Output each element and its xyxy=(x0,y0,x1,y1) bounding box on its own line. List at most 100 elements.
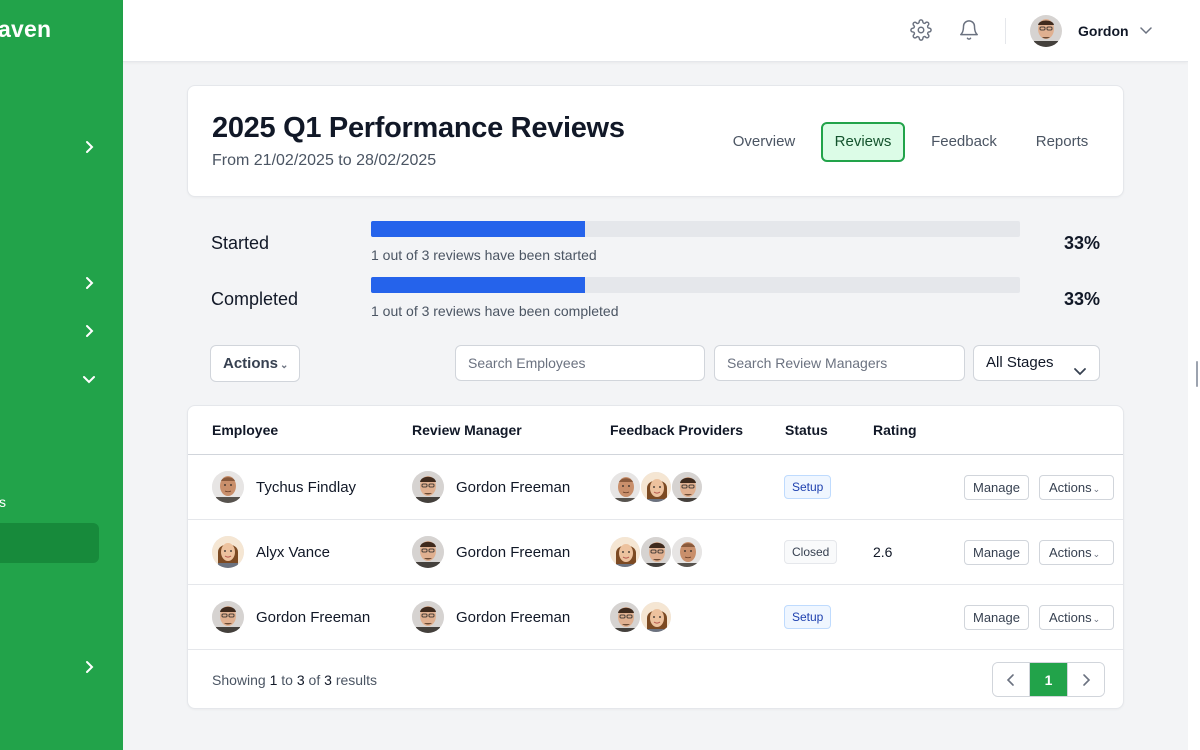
bulk-actions-label: Actions xyxy=(223,355,279,372)
row-actions-button[interactable]: Actions⌄ xyxy=(1039,475,1114,500)
feedback-provider-avatar[interactable] xyxy=(671,536,703,568)
stage-select[interactable]: All Stages xyxy=(973,345,1100,381)
results-word: results xyxy=(335,672,378,688)
stage-select-value: All Stages xyxy=(986,354,1054,371)
results-total: 3 xyxy=(324,672,332,688)
employee-name: Alyx Vance xyxy=(256,543,330,561)
caret-down-icon: ⌄ xyxy=(1092,549,1101,559)
feedback-providers-group xyxy=(609,536,703,568)
review-manager-avatar xyxy=(412,471,444,503)
employee-cell[interactable]: Tychus Findlay xyxy=(212,471,356,503)
bell-icon[interactable] xyxy=(958,19,982,43)
user-avatar[interactable] xyxy=(1030,15,1062,47)
page-subtitle: From 21/02/2025 to 28/02/2025 xyxy=(212,152,437,169)
status-badge: Closed xyxy=(784,540,838,564)
search-review-managers-input[interactable] xyxy=(714,345,965,381)
feedback-provider-avatar[interactable] xyxy=(640,536,672,568)
review-manager-cell[interactable]: Gordon Freeman xyxy=(412,471,570,503)
caret-down-icon: ⌄ xyxy=(1092,484,1101,494)
previous-page-button[interactable] xyxy=(993,663,1029,696)
page-scrollbar[interactable] xyxy=(1188,0,1200,750)
pagination: 1 xyxy=(992,662,1105,697)
row-actions-label: Actions xyxy=(1049,545,1092,560)
row-actions-label: Actions xyxy=(1049,610,1092,625)
chevron-down-icon[interactable] xyxy=(1139,23,1153,37)
feedback-provider-avatar[interactable] xyxy=(609,536,641,568)
results-from: 1 xyxy=(269,672,278,688)
table-row: Alyx Vance Gordon Freeman Closed 2.6 Man… xyxy=(188,520,1123,585)
feedback-provider-avatar[interactable] xyxy=(609,471,641,503)
app-logo[interactable]: aven xyxy=(0,16,51,43)
column-header-employee[interactable]: Employee xyxy=(212,422,278,438)
completed-progress-bar xyxy=(371,277,1020,293)
employee-cell[interactable]: Gordon Freeman xyxy=(212,601,370,633)
review-manager-cell[interactable]: Gordon Freeman xyxy=(412,601,570,633)
employee-avatar xyxy=(212,536,244,568)
caret-down-icon: ⌄ xyxy=(1092,614,1101,624)
page-1-button[interactable]: 1 xyxy=(1030,663,1067,696)
employee-avatar xyxy=(212,471,244,503)
tab-reviews[interactable]: Reviews xyxy=(821,122,905,162)
status-badge: Setup xyxy=(784,475,832,499)
started-description: 1 out of 3 reviews have been started xyxy=(371,247,597,263)
sidebar: aven s xyxy=(0,0,123,750)
employee-cell[interactable]: Alyx Vance xyxy=(212,536,330,568)
table-row: Tychus Findlay Gordon Freeman Setup Mana… xyxy=(188,455,1123,520)
review-manager-avatar xyxy=(412,536,444,568)
table-row: Gordon Freeman Gordon Freeman Setup Mana… xyxy=(188,585,1123,650)
sidebar-chevron-right-icon[interactable] xyxy=(82,660,96,674)
user-name[interactable]: Gordon xyxy=(1078,23,1129,39)
feedback-provider-avatar[interactable] xyxy=(671,471,703,503)
bulk-actions-button[interactable]: Actions ⌄ xyxy=(210,345,300,382)
completed-label: Completed xyxy=(211,289,299,309)
tab-feedback[interactable]: Feedback xyxy=(928,122,1000,162)
manage-button[interactable]: Manage xyxy=(964,475,1029,500)
started-progress-bar xyxy=(371,221,1020,237)
gear-icon[interactable] xyxy=(910,19,934,43)
review-manager-avatar xyxy=(412,601,444,633)
results-summary: Showing 1 to 3 of 3 results xyxy=(212,672,377,688)
sidebar-item-active[interactable] xyxy=(0,523,99,563)
feedback-providers-group xyxy=(609,601,672,633)
chevron-right-icon xyxy=(1083,673,1091,686)
column-header-status[interactable]: Status xyxy=(785,422,828,438)
tab-reports[interactable]: Reports xyxy=(1027,122,1097,162)
completed-description: 1 out of 3 reviews have been completed xyxy=(371,303,619,319)
column-header-review-manager[interactable]: Review Manager xyxy=(412,422,522,438)
review-manager-cell[interactable]: Gordon Freeman xyxy=(412,536,570,568)
employee-name: Tychus Findlay xyxy=(256,478,357,496)
sidebar-chevron-right-icon[interactable] xyxy=(82,324,96,338)
sidebar-chevron-right-icon[interactable] xyxy=(82,140,96,154)
row-actions-label: Actions xyxy=(1049,480,1092,495)
results-to: 3 xyxy=(296,672,305,688)
tab-overview[interactable]: Overview xyxy=(728,122,800,162)
page-title: 2025 Q1 Performance Reviews xyxy=(212,112,625,144)
next-page-button[interactable] xyxy=(1068,663,1104,696)
review-manager-name: Gordon Freeman xyxy=(456,608,571,626)
manage-button[interactable]: Manage xyxy=(964,540,1029,565)
reviews-table: Employee Review Manager Feedback Provide… xyxy=(187,405,1124,709)
to-word: to xyxy=(281,672,293,688)
manage-button[interactable]: Manage xyxy=(964,605,1029,630)
feedback-providers-group xyxy=(609,471,703,503)
feedback-provider-avatar[interactable] xyxy=(609,601,641,633)
row-actions-button[interactable]: Actions⌄ xyxy=(1039,605,1114,630)
row-actions-button[interactable]: Actions⌄ xyxy=(1039,540,1114,565)
review-manager-name: Gordon Freeman xyxy=(456,543,571,561)
column-header-rating[interactable]: Rating xyxy=(873,422,917,438)
review-manager-name: Gordon Freeman xyxy=(456,478,571,496)
feedback-provider-avatar[interactable] xyxy=(640,601,672,633)
column-header-feedback-providers[interactable]: Feedback Providers xyxy=(610,422,743,438)
completed-percent: 33% xyxy=(1063,289,1100,309)
sidebar-chevron-right-icon[interactable] xyxy=(82,276,96,290)
employee-name: Gordon Freeman xyxy=(256,608,371,626)
scroll-thumb[interactable] xyxy=(1196,361,1198,387)
feedback-provider-avatar[interactable] xyxy=(640,471,672,503)
chevron-left-icon xyxy=(1006,673,1014,686)
completed-progress-fill xyxy=(371,277,586,293)
status-badge: Setup xyxy=(784,605,832,629)
rating-value: 2.6 xyxy=(873,544,893,560)
sidebar-chevron-down-icon[interactable] xyxy=(82,372,96,386)
search-employees-input[interactable] xyxy=(455,345,705,381)
of-word: of xyxy=(308,672,321,688)
